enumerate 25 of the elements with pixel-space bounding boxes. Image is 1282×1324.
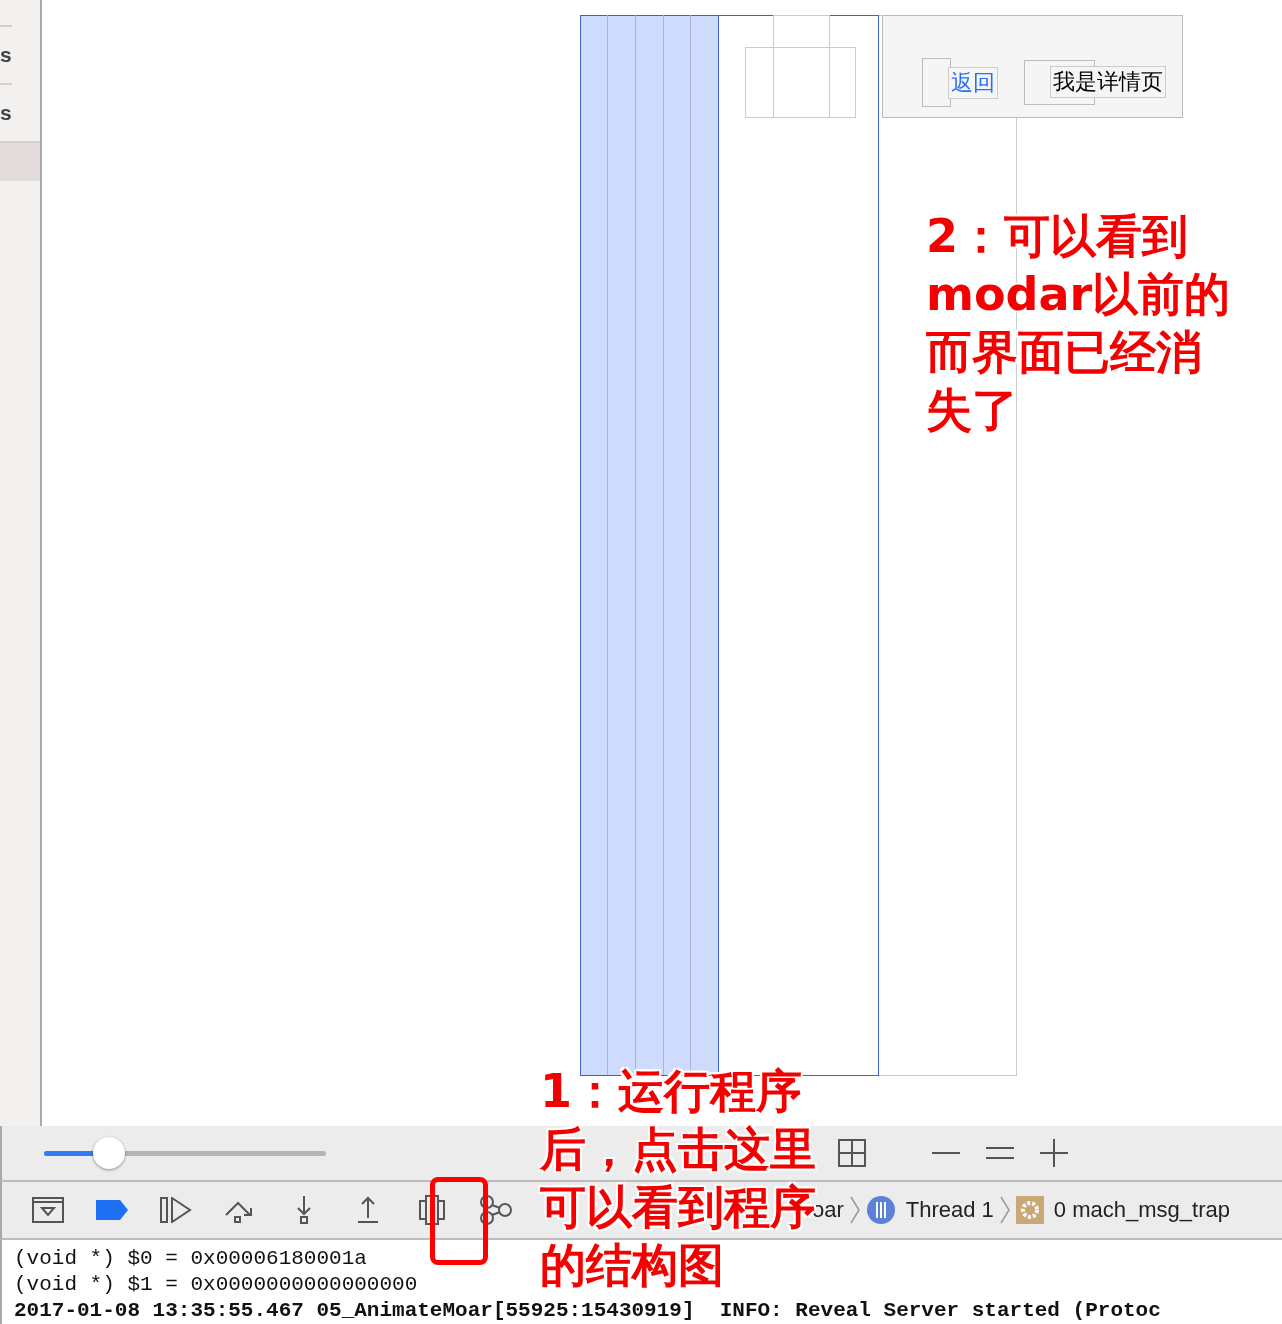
breadcrumb-item[interactable]: Thread 1	[905, 1197, 994, 1223]
grid-icon[interactable]	[838, 1139, 866, 1167]
annotation-text: 的结构图	[540, 1237, 724, 1294]
annotation-text: 2：可以看到	[926, 208, 1188, 265]
console-line: 2017-01-08 13:35:55.467 05_AnimateMoar[55925:15430919] INFO: Reveal Server started (Protoc	[14, 1298, 1161, 1324]
annotation-text: 失了	[926, 382, 1018, 439]
chevron-icon	[999, 1196, 1010, 1224]
back-button[interactable]: 返回	[948, 67, 998, 99]
sidebar-item[interactable]: s	[0, 25, 12, 83]
plus-icon[interactable]	[1040, 1139, 1068, 1167]
annotation-text: 后，点击这里	[540, 1121, 816, 1178]
annotation-text: 可以看到程序	[540, 1179, 816, 1236]
minus-icon[interactable]	[932, 1151, 960, 1155]
chevron-icon	[849, 1196, 860, 1224]
equals-icon[interactable]	[986, 1147, 1014, 1159]
gear-icon	[1015, 1196, 1044, 1224]
nav-title: 我是详情页	[1050, 66, 1166, 98]
console-line: (void *) $0 = 0x00006180001a	[14, 1246, 367, 1272]
annotation-text: modar以前的	[926, 266, 1231, 323]
console-line: (void *) $1 = 0x0000000000000000	[14, 1272, 418, 1298]
annotation-text: 而界面已经消	[926, 324, 1202, 381]
slider-thumb[interactable]	[92, 1136, 125, 1169]
thread-icon	[865, 1195, 896, 1225]
breadcrumb-item[interactable]: 0 mach_msg_trap	[1053, 1197, 1230, 1223]
annotation-text: 1：运行程序	[540, 1063, 802, 1120]
